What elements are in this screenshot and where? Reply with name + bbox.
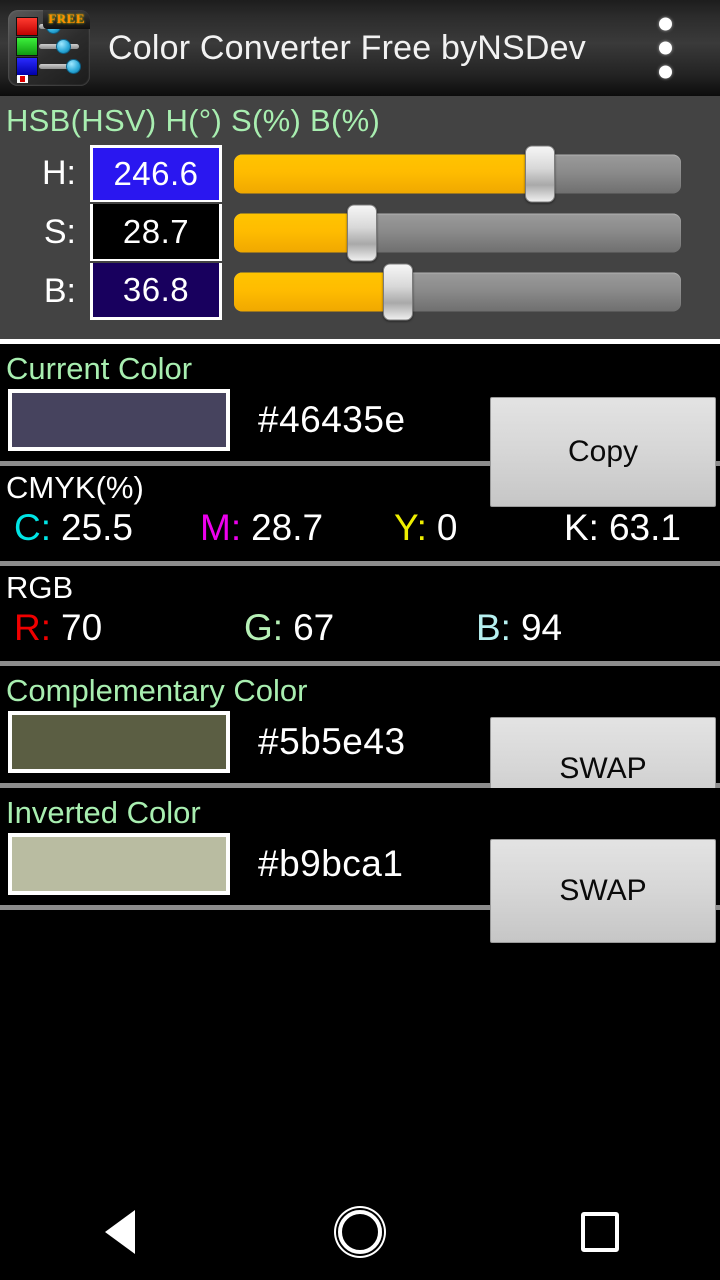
app-titlebar: FREE Color Converter Free byNSDev [0, 0, 720, 96]
cmyk-item-k: K: 63.1 [564, 507, 681, 549]
saturation-label: S: [43, 213, 76, 251]
overflow-menu-icon[interactable] [654, 17, 676, 79]
brightness-slider-fill [234, 272, 399, 311]
saturation-slider[interactable] [234, 204, 681, 261]
icon-slider-knob-2 [56, 39, 71, 54]
overflow-dot-3 [658, 65, 672, 79]
brightness-slider[interactable] [234, 263, 681, 320]
rgb-section: RGB R: 70 G: 67 B: 94 [0, 566, 720, 661]
inverted-color-swatch[interactable] [8, 833, 230, 895]
rgb-value-g: 67 [293, 607, 335, 648]
rgb-title: RGB [6, 570, 74, 605]
complementary-color-section: Complementary Color #5b5e43 SWAP [0, 666, 720, 821]
rgb-values: R: 70 G: 67 B: 94 [0, 607, 720, 649]
inverted-swap-button[interactable]: SWAP [490, 839, 716, 943]
hsb-row-hue: H: 246.6 [0, 144, 720, 203]
icon-slider-knob-3 [66, 59, 81, 74]
app-root: FREE Color Converter Free byNSDev HSB(HS… [0, 0, 720, 1280]
hue-slider[interactable] [234, 145, 681, 202]
hsb-row-brightness: B: 36.8 [0, 262, 720, 321]
rgb-key-b: B: [476, 607, 511, 648]
cmyk-key-y: Y: [394, 507, 427, 548]
rgb-value-b: 94 [520, 607, 563, 648]
cmyk-item-m: M: 28.7 [200, 507, 394, 549]
copy-button[interactable]: Copy [490, 397, 716, 507]
hsb-panel: HSB(HSV) H(°) S(%) B(%) H: 246.6 S: 28.7 [0, 96, 720, 339]
saturation-slider-thumb[interactable] [347, 204, 378, 261]
cmyk-values: C: 25.5 M: 28.7 Y: 0 K: 63.1 [0, 507, 720, 549]
rgb-key-g: G: [244, 607, 284, 648]
brightness-label: B: [43, 272, 76, 310]
cmyk-value-y: 0 [436, 507, 458, 548]
rgb-item-r: R: 70 [14, 607, 244, 649]
rgb-item-b: B: 94 [476, 607, 562, 649]
icon-flag [17, 75, 28, 83]
overflow-dot-1 [658, 17, 672, 31]
overflow-dot-2 [658, 41, 672, 55]
cmyk-value-k: 63.1 [608, 507, 681, 548]
app-title: Color Converter Free byNSDev [108, 28, 586, 67]
complementary-color-body: #5b5e43 SWAP [0, 711, 720, 821]
inverted-color-title: Inverted Color [6, 795, 201, 830]
hsb-rows: H: 246.6 S: 28.7 B: 36.8 [0, 144, 720, 321]
inverted-color-body: #b9bca1 SWAP [0, 833, 720, 943]
complementary-color-hex: #5b5e43 [258, 721, 406, 762]
cmyk-key-k: K: [564, 507, 599, 548]
cmyk-key-c: C: [14, 507, 51, 548]
cmyk-key-m: M: [200, 507, 242, 548]
home-icon [338, 1210, 382, 1254]
app-icon: FREE [8, 10, 90, 86]
icon-green-bar [16, 37, 38, 56]
icon-blue-bar [16, 57, 38, 76]
rgb-value-r: 70 [61, 607, 103, 648]
android-navbar [0, 1184, 720, 1280]
current-color-section: Current Color #46435e Copy [0, 344, 720, 507]
hue-slider-thumb[interactable] [525, 145, 556, 202]
complementary-color-swatch[interactable] [8, 711, 230, 773]
nav-home-button[interactable] [300, 1184, 420, 1280]
hsb-row-saturation: S: 28.7 [0, 203, 720, 262]
recents-icon [581, 1212, 619, 1252]
inverted-color-hex: #b9bca1 [258, 843, 404, 884]
cmyk-value-c: 25.5 [61, 507, 134, 548]
brightness-slider-thumb[interactable] [383, 263, 414, 320]
hue-input[interactable]: 246.6 [90, 145, 222, 202]
hue-slider-fill [234, 154, 541, 193]
cmyk-item-y: Y: 0 [394, 507, 564, 549]
current-color-swatch[interactable] [8, 389, 230, 451]
saturation-slider-fill [234, 213, 363, 252]
brightness-input[interactable]: 36.8 [90, 263, 222, 320]
current-color-body: #46435e Copy [0, 389, 720, 507]
inverted-color-section: Inverted Color #b9bca1 SWAP [0, 788, 720, 943]
nav-recents-button[interactable] [540, 1184, 660, 1280]
back-icon [105, 1210, 135, 1254]
nav-back-button[interactable] [60, 1184, 180, 1280]
hue-label: H: [42, 154, 76, 192]
rgb-item-g: G: 67 [244, 607, 476, 649]
cmyk-item-c: C: 25.5 [14, 507, 200, 549]
current-color-title: Current Color [6, 351, 193, 386]
saturation-input[interactable]: 28.7 [90, 204, 222, 261]
complementary-color-title: Complementary Color [6, 673, 308, 708]
current-color-hex: #46435e [258, 399, 406, 440]
icon-red-bar [16, 17, 38, 36]
hsb-header: HSB(HSV) H(°) S(%) B(%) [6, 103, 381, 138]
rgb-key-r: R: [14, 607, 51, 648]
cmyk-value-m: 28.7 [251, 507, 324, 548]
free-badge: FREE [43, 10, 90, 29]
